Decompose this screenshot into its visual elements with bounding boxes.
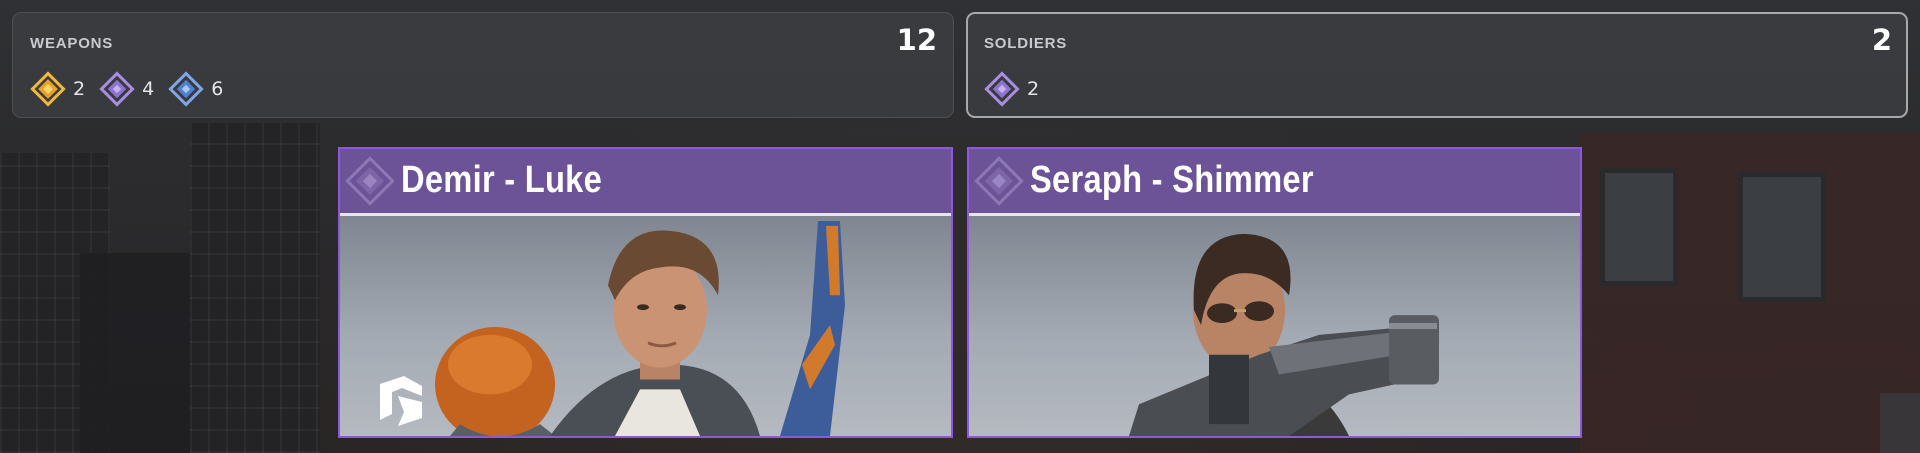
epic-count: 4 <box>142 78 155 100</box>
soldiers-rarity-breakdown: 2 <box>984 71 1053 107</box>
weapons-rarity-rare: 6 <box>168 71 223 107</box>
soldiers-label: SOLDIERS <box>984 35 1068 52</box>
weapons-total-count: 12 <box>896 23 937 57</box>
soldiers-summary-panel[interactable]: SOLDIERS 2 2 <box>966 12 1908 118</box>
weapons-label: WEAPONS <box>30 35 114 52</box>
card-title: Demir - Luke <box>401 159 603 201</box>
card-title: Seraph - Shimmer <box>1030 159 1314 201</box>
soldiers-total-count: 2 <box>1871 23 1892 57</box>
legendary-count: 2 <box>73 78 86 100</box>
brand-logo-icon <box>380 376 422 426</box>
weapons-rarity-breakdown: 2 4 6 <box>30 71 237 107</box>
legendary-rarity-icon <box>30 71 66 107</box>
soldiers-rarity-epic: 2 <box>984 71 1039 107</box>
weapons-summary-panel[interactable]: WEAPONS 12 2 4 6 <box>12 12 954 118</box>
epic-count: 2 <box>1027 78 1040 100</box>
card-header: Demir - Luke <box>340 149 951 216</box>
weapons-rarity-legendary: 2 <box>30 71 85 107</box>
soldier-card-seraph-shimmer[interactable]: Seraph - Shimmer <box>967 147 1582 438</box>
soldier-card-demir-luke[interactable]: Demir - Luke <box>338 147 953 438</box>
epic-rarity-icon <box>984 71 1020 107</box>
rare-count: 6 <box>211 78 224 100</box>
card-header: Seraph - Shimmer <box>969 149 1580 216</box>
epic-rarity-icon <box>974 156 1024 206</box>
character-portrait <box>340 216 951 436</box>
rare-rarity-icon <box>168 71 204 107</box>
epic-rarity-icon <box>99 71 135 107</box>
epic-rarity-icon <box>345 156 395 206</box>
character-portrait <box>969 216 1580 436</box>
weapons-rarity-epic: 4 <box>99 71 154 107</box>
